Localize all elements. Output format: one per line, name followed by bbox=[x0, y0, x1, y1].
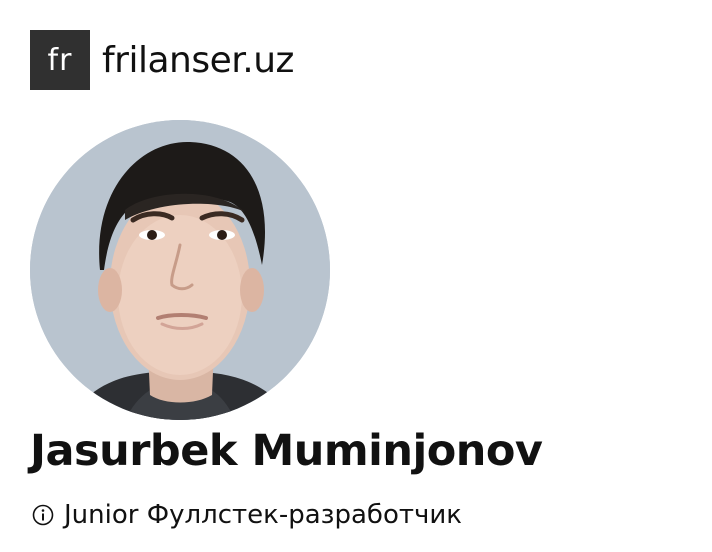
avatar bbox=[30, 120, 330, 420]
profile-role: Junior Фуллстек-разработчик bbox=[32, 500, 462, 530]
brand-logo: fr bbox=[30, 30, 90, 90]
profile-photo-icon bbox=[30, 120, 330, 420]
profile-name: Jasurbek Muminjonov bbox=[30, 426, 543, 476]
profile-role-text: Junior Фуллстек-разработчик bbox=[64, 500, 462, 530]
info-icon bbox=[32, 504, 54, 526]
profile-page: fr frilanser.uz Jasurbek Muminjonov Juni… bbox=[0, 0, 712, 552]
brand-link[interactable]: fr frilanser.uz bbox=[30, 30, 294, 90]
brand-name: frilanser.uz bbox=[102, 39, 294, 81]
